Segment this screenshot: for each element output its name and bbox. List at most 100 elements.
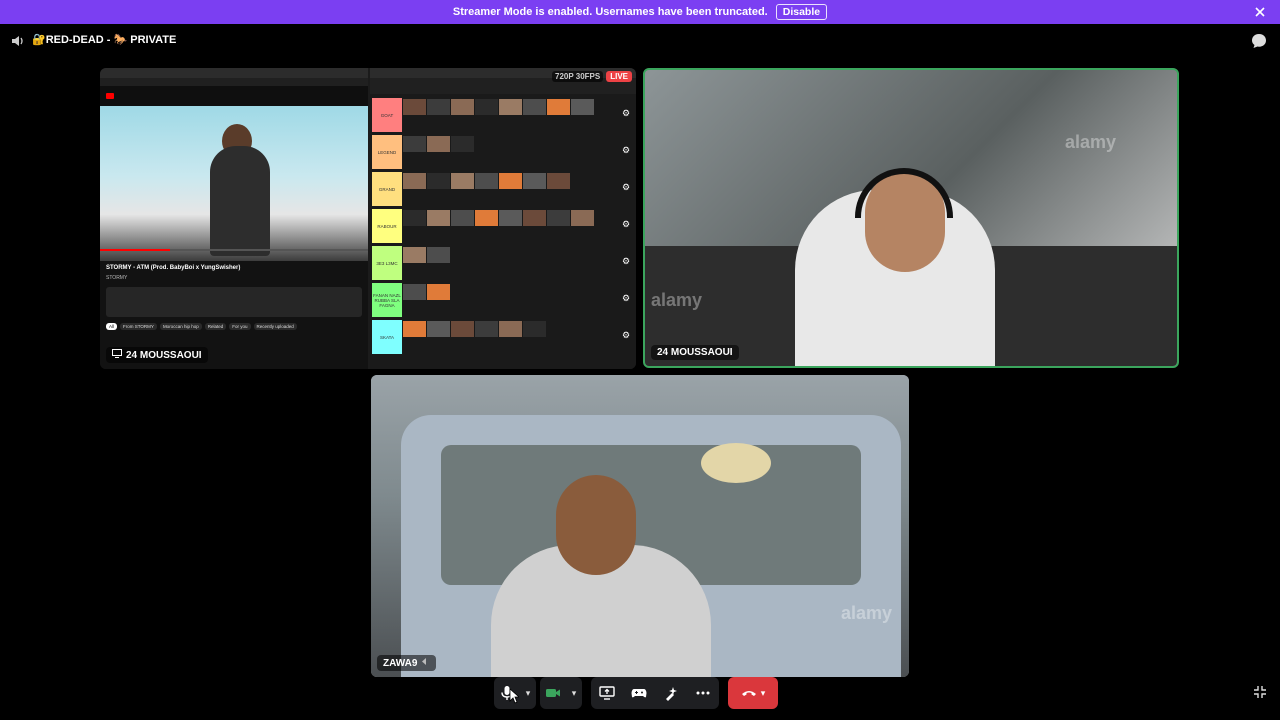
tier-row: RABOUR — [372, 209, 602, 243]
screen-share-button[interactable] — [591, 677, 623, 709]
disconnect-button[interactable]: ▾ — [728, 677, 778, 709]
tier-thumbnail — [523, 321, 546, 337]
disable-streamer-mode-button[interactable]: Disable — [775, 4, 828, 20]
tier-thumbnail — [571, 99, 594, 115]
gear-icon: ⚙ — [621, 256, 631, 266]
chevron-down-icon[interactable]: ▾ — [566, 677, 582, 709]
tier-thumbnail — [427, 284, 450, 300]
hang-up-icon — [741, 691, 756, 696]
browser-tab-bar — [100, 68, 368, 78]
exit-fullscreen-icon[interactable] — [1252, 684, 1268, 700]
camera-label: 24 MOUSSAOUI — [651, 345, 739, 360]
tier-label: GRAND — [372, 172, 402, 206]
call-controls: ▾ ▾ ▾ — [0, 676, 1280, 710]
tier-thumbnail — [403, 136, 426, 152]
browser-bookmarks-bar — [370, 86, 636, 94]
tier-items — [402, 246, 602, 280]
tier-items — [402, 98, 602, 132]
tier-thumbnail — [427, 210, 450, 226]
youtube-window: STORMY - ATM (Prod. BabyBoi x YungSwishe… — [100, 68, 368, 369]
activity-control-group — [591, 677, 719, 709]
screen-share-icon — [112, 349, 122, 361]
tier-thumbnail — [403, 99, 426, 115]
youtube-tag: Moroccan hip hop — [159, 323, 202, 330]
tier-row: FANAN NAZL RUBBA SLA FAGNA — [372, 283, 602, 317]
gear-icon: ⚙ — [621, 219, 631, 229]
video-person — [210, 146, 270, 256]
activities-button[interactable] — [623, 677, 655, 709]
call-header: 🔐RED-DEAD - 🐎 PRIVATE — [0, 24, 1280, 58]
video-camera-icon — [546, 689, 560, 697]
camera-tile[interactable]: alamy ZAWA9 — [371, 375, 909, 677]
tier-thumbnail — [499, 321, 522, 337]
more-options-button[interactable] — [687, 677, 719, 709]
tier-thumbnail — [475, 210, 498, 226]
participant-name: 24 MOUSSAOUI — [657, 347, 733, 358]
youtube-logo-icon — [106, 93, 114, 99]
tier-thumbnail — [427, 173, 450, 189]
tier-label: LEGEND — [372, 135, 402, 169]
tier-thumbnail — [523, 99, 546, 115]
soundboard-icon — [666, 687, 677, 701]
gamepad-icon — [631, 689, 647, 698]
tier-thumbnail — [523, 173, 546, 189]
tier-thumbnail — [427, 321, 450, 337]
tier-list-window: GOAT ⚙ LEGEND ⚙ GRAND ⚙ RABOUR ⚙ 3E3 L3MC ⚙ FANAN … — [370, 68, 636, 369]
screen-share-label: 24 MOUSSAOUI — [106, 347, 208, 363]
tier-thumbnail — [499, 210, 522, 226]
video-progress-bar — [100, 249, 368, 251]
tier-items — [402, 283, 602, 317]
soundboard-button[interactable] — [655, 677, 687, 709]
youtube-tag: All — [106, 323, 118, 330]
browser-address-bar — [100, 78, 368, 86]
tier-thumbnail — [403, 247, 426, 263]
chevron-down-icon[interactable]: ▾ — [520, 677, 536, 709]
participant-name: 24 MOUSSAOUI — [126, 349, 202, 361]
tier-items — [402, 320, 602, 354]
tier-thumbnail — [403, 321, 426, 337]
tier-label: SKATA — [372, 320, 402, 354]
youtube-channel-name: STORMY — [106, 275, 128, 281]
tier-items — [402, 209, 602, 243]
stream-badges: 720P 30FPS LIVE — [552, 71, 632, 82]
tier-thumbnail — [547, 173, 570, 189]
tier-thumbnail — [499, 173, 522, 189]
camera-label: ZAWA9 — [377, 655, 437, 671]
youtube-tag: Related — [204, 323, 227, 330]
chat-icon[interactable] — [1250, 32, 1268, 50]
tier-thumbnail — [547, 210, 570, 226]
tier-thumbnail — [475, 321, 498, 337]
tier-label: FANAN NAZL RUBBA SLA FAGNA — [372, 283, 402, 317]
tier-thumbnail — [427, 247, 450, 263]
more-icon — [696, 691, 710, 695]
tier-thumbnail — [427, 99, 450, 115]
watermark: alamy — [841, 603, 893, 623]
tier-items — [402, 172, 602, 206]
channel-title: 🔐RED-DEAD - 🐎 PRIVATE — [32, 34, 177, 46]
voice-channel-icon — [10, 33, 26, 49]
chevron-down-icon[interactable]: ▾ — [761, 688, 766, 699]
tier-row: LEGEND — [372, 135, 602, 169]
tier-thumbnail — [499, 99, 522, 115]
gear-icon: ⚙ — [621, 330, 631, 340]
tier-row: SKATA — [372, 320, 602, 354]
camera-button[interactable] — [540, 677, 566, 709]
live-badge: LIVE — [606, 71, 632, 82]
tier-label: 3E3 L3MC — [372, 246, 402, 280]
camera-tile-speaking[interactable]: alamy alamy 24 MOUSSAOUI — [643, 68, 1179, 368]
tier-thumbnail — [427, 136, 450, 152]
camera-control-group: ▾ — [540, 677, 582, 709]
tier-row: GRAND — [372, 172, 602, 206]
youtube-tag: From STORMY — [120, 323, 157, 330]
close-icon[interactable] — [1252, 4, 1268, 20]
youtube-description — [106, 287, 362, 317]
tier-thumbnail — [451, 99, 474, 115]
tier-thumbnail — [571, 210, 594, 226]
youtube-header — [100, 86, 368, 106]
tier-thumbnail — [451, 210, 474, 226]
banner-message: Streamer Mode is enabled. Usernames have… — [452, 6, 768, 18]
screen-share-tile[interactable]: STORMY - ATM (Prod. BabyBoi x YungSwishe… — [100, 68, 636, 369]
watermark: alamy — [651, 290, 703, 310]
tier-row: 3E3 L3MC — [372, 246, 602, 280]
tier-row: GOAT — [372, 98, 602, 132]
